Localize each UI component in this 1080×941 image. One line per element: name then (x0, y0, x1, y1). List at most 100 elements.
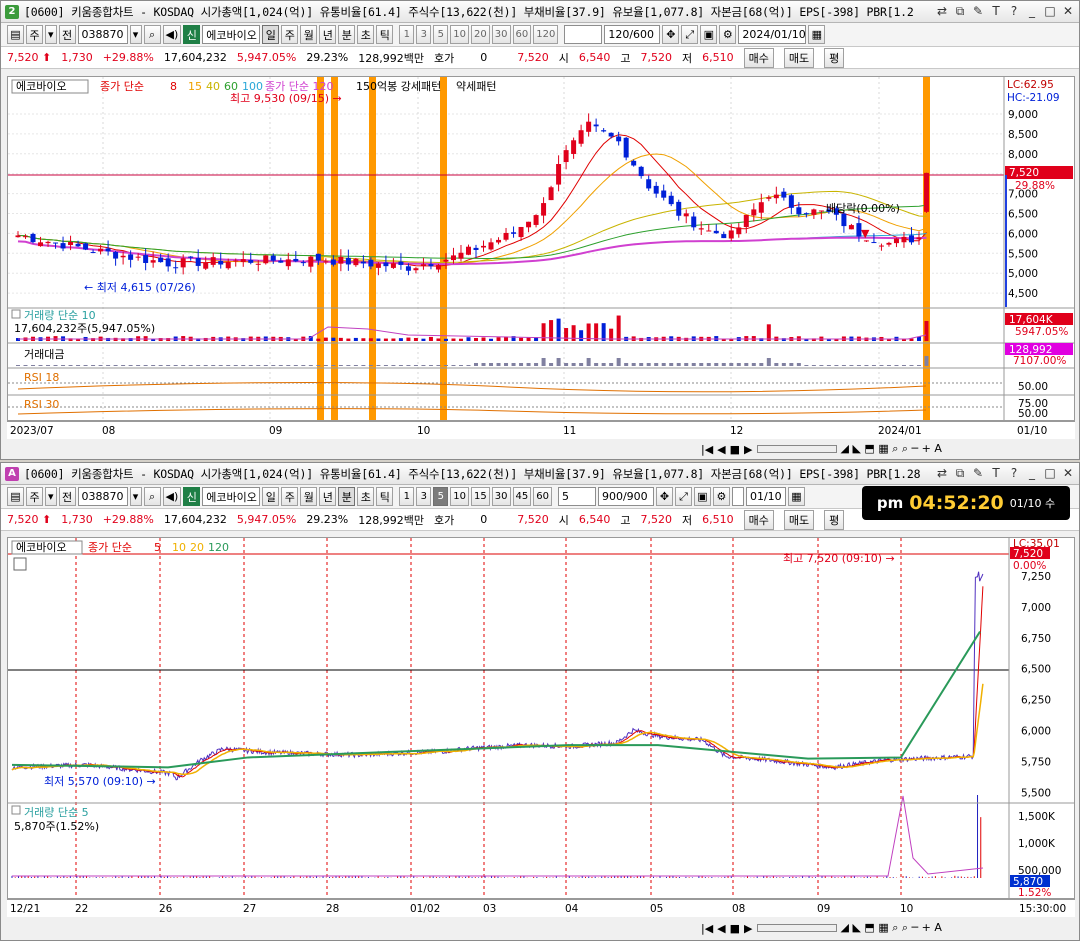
stock-code-input[interactable]: 038870 (77, 25, 128, 44)
scroll-left-icon[interactable]: |◀ (701, 443, 713, 456)
calendar-icon[interactable]: ▦ (808, 25, 826, 44)
interval-60[interactable]: 60 (533, 487, 552, 506)
period-select[interactable]: 전 (58, 25, 76, 44)
link-icon[interactable]: ⇄ (935, 466, 949, 481)
zoom-tools-icon[interactable]: ◢ ◣ ⬒ ▦ ⌕ ⌕ ─ + A (841, 442, 942, 456)
interval-custom-input[interactable] (564, 25, 603, 44)
second-tab[interactable]: 초 (357, 25, 375, 44)
interval-1[interactable]: 1 (399, 487, 415, 506)
type-select[interactable]: 주 (26, 25, 43, 44)
date-checkbox[interactable] (731, 487, 744, 506)
settings-icon[interactable]: ⚙ (719, 25, 737, 44)
scroll-forward-icon[interactable]: ▶ (744, 443, 752, 456)
stock-name-field[interactable]: 에코바이오 (202, 487, 261, 506)
interval-45[interactable]: 45 (512, 487, 532, 506)
interval-5[interactable]: 5 (433, 25, 449, 44)
help-icon[interactable]: ? (1007, 4, 1021, 19)
pin-icon[interactable]: ✎ (971, 4, 985, 19)
code-dropdown-icon[interactable]: ▾ (129, 25, 142, 44)
settings-icon[interactable]: ⚙ (712, 487, 730, 506)
scroll-back-icon[interactable]: ◀ (717, 922, 725, 935)
daily-chart-area[interactable]: 9,0008,5008,0007,5007,0006,5006,0005,500… (7, 76, 1075, 421)
date-input[interactable]: 2024/01/10 (738, 25, 807, 44)
daily-tab[interactable]: 일 (262, 487, 280, 506)
zoom-tools-icon[interactable]: ◢ ◣ ⬒ ▦ ⌕ ⌕ ─ + A (841, 921, 942, 935)
interval-15[interactable]: 15 (471, 487, 490, 506)
interval-60[interactable]: 60 (512, 25, 532, 44)
sound-icon[interactable]: ◀) (162, 487, 182, 506)
buy-button[interactable]: 매수 (743, 509, 774, 530)
sell-button[interactable]: 매도 (783, 509, 815, 530)
link-icon[interactable]: ⇄ (935, 4, 949, 19)
monthly-tab[interactable]: 월 (300, 487, 318, 506)
interval-custom-input[interactable]: 5 (557, 487, 596, 506)
weekly-tab[interactable]: 주 (281, 487, 299, 506)
eval-button[interactable]: 평 (824, 47, 845, 68)
bar-count-input[interactable]: 120/600 (604, 25, 661, 44)
sound-icon[interactable]: ◀) (162, 25, 182, 44)
interval-30[interactable]: 30 (491, 487, 511, 506)
minute-tab[interactable]: 분 (338, 25, 356, 44)
restore-icon[interactable]: ⧉ (953, 466, 967, 481)
scroll-left-icon[interactable]: |◀ (701, 922, 713, 935)
scale-icon[interactable]: ⤢ (681, 25, 699, 44)
calendar-icon[interactable]: ▦ (787, 487, 805, 506)
search-icon[interactable]: ⌕ (143, 25, 161, 44)
eval-button[interactable]: 평 (824, 509, 845, 530)
search-icon[interactable]: ⌕ (143, 487, 161, 506)
scroll-slider[interactable] (756, 924, 837, 932)
scale-icon[interactable]: ⤢ (674, 487, 692, 506)
crosshair-icon[interactable]: ✥ (655, 487, 673, 506)
menu-icon[interactable]: ▤ (7, 487, 24, 506)
maximize-icon[interactable]: □ (1043, 4, 1057, 19)
tick-tab[interactable]: 틱 (376, 487, 394, 506)
minute-tab[interactable]: 분 (338, 487, 356, 506)
yearly-tab[interactable]: 년 (319, 25, 337, 44)
interval-10[interactable]: 10 (450, 487, 470, 506)
stop-icon[interactable]: ■ (730, 922, 740, 935)
tick-tab[interactable]: 틱 (376, 25, 394, 44)
code-dropdown-icon[interactable]: ▾ (129, 487, 142, 506)
stop-icon[interactable]: ■ (730, 443, 740, 456)
interval-3[interactable]: 3 (416, 487, 432, 506)
pin-icon[interactable]: ✎ (971, 466, 985, 481)
scroll-forward-icon[interactable]: ▶ (744, 922, 752, 935)
minimize-icon[interactable]: _ (1025, 466, 1039, 481)
bar-count-input[interactable]: 900/900 (597, 487, 654, 506)
scroll-slider[interactable] (756, 445, 837, 453)
interval-1[interactable]: 1 (399, 25, 415, 44)
second-tab[interactable]: 초 (357, 487, 375, 506)
stock-code-input[interactable]: 038870 (77, 487, 128, 506)
type-select[interactable]: 주 (26, 487, 43, 506)
interval-3[interactable]: 3 (416, 25, 432, 44)
stock-name-field[interactable]: 에코바이오 (202, 25, 261, 44)
save-icon[interactable]: ▣ (693, 487, 711, 506)
buy-button[interactable]: 매수 (743, 47, 774, 68)
text-icon[interactable]: T (989, 4, 1003, 19)
date-input[interactable]: 01/10 (745, 487, 786, 506)
interval-5[interactable]: 5 (433, 487, 449, 506)
minimize-icon[interactable]: _ (1025, 4, 1039, 19)
text-icon[interactable]: T (989, 466, 1003, 481)
minute-chart-area[interactable]: 7,250 7,000 6,750 6,500 6,250 6,000 5,750 5,500… (7, 537, 1075, 899)
daily-tab[interactable]: 일 (262, 25, 280, 44)
maximize-icon[interactable]: □ (1043, 466, 1057, 481)
sell-button[interactable]: 매도 (783, 47, 815, 68)
close-icon[interactable]: ✕ (1061, 466, 1075, 481)
crosshair-icon[interactable]: ✥ (662, 25, 680, 44)
help-icon[interactable]: ? (1007, 466, 1021, 481)
save-icon[interactable]: ▣ (700, 25, 718, 44)
menu-icon[interactable]: ▤ (7, 25, 24, 44)
type-dropdown-icon[interactable]: ▾ (45, 487, 57, 506)
weekly-tab[interactable]: 주 (281, 25, 299, 44)
restore-icon[interactable]: ⧉ (953, 4, 967, 19)
interval-10[interactable]: 10 (450, 25, 470, 44)
interval-20[interactable]: 20 (471, 25, 490, 44)
close-icon[interactable]: ✕ (1061, 4, 1075, 19)
interval-30[interactable]: 30 (491, 25, 511, 44)
type-dropdown-icon[interactable]: ▾ (45, 25, 57, 44)
interval-120[interactable]: 120 (533, 25, 559, 44)
yearly-tab[interactable]: 년 (319, 487, 337, 506)
scroll-back-icon[interactable]: ◀ (717, 443, 725, 456)
monthly-tab[interactable]: 월 (300, 25, 318, 44)
